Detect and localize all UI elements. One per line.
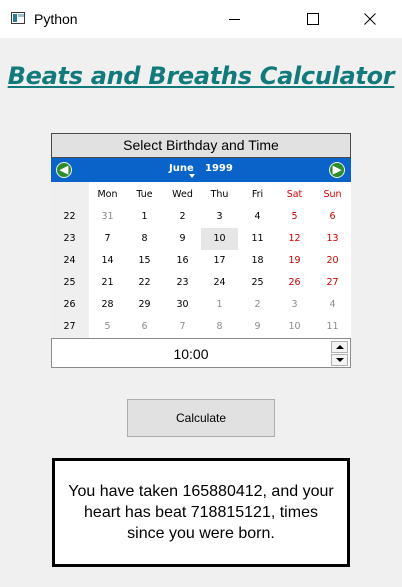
calendar-day[interactable]: 24 — [201, 272, 238, 294]
calendar-day[interactable]: 2 — [164, 206, 201, 228]
spin-up-icon — [336, 345, 344, 349]
calendar-day[interactable]: 25 — [239, 272, 276, 294]
result-panel: You have taken 165880412, and your heart… — [52, 458, 350, 567]
calendar-day[interactable]: 9 — [164, 228, 201, 250]
month-selector[interactable]: June — [169, 163, 194, 174]
weekday-header: Mon — [97, 189, 118, 200]
calendar-day[interactable]: 6 — [126, 316, 163, 338]
calendar-day[interactable]: 30 — [164, 294, 201, 316]
calendar-day[interactable]: 15 — [126, 250, 163, 272]
week-number: 23 — [63, 233, 76, 244]
weekday-header: Sat — [286, 189, 303, 200]
spin-down-icon — [336, 358, 344, 362]
minimize-icon — [228, 18, 240, 20]
next-month-button[interactable]: ▶ — [329, 162, 345, 178]
calendar-day[interactable]: 26 — [276, 272, 313, 294]
week-number: 25 — [63, 277, 76, 288]
week-number: 27 — [63, 321, 76, 332]
calendar-day[interactable]: 17 — [201, 250, 238, 272]
calendar-day[interactable]: 2 — [239, 294, 276, 316]
weekday-header: Sun — [323, 189, 342, 200]
week-number: 22 — [63, 211, 76, 222]
calendar-day[interactable]: 1 — [201, 294, 238, 316]
calendar-day-selected[interactable]: 10 — [201, 228, 238, 250]
calendar-day[interactable]: 4 — [239, 206, 276, 228]
minimize-button[interactable] — [210, 0, 258, 38]
calendar-day[interactable]: 11 — [239, 228, 276, 250]
weekday-header: Thu — [210, 189, 229, 200]
week-number: 24 — [63, 255, 76, 266]
time-value[interactable]: 10:00 — [52, 346, 330, 362]
calendar-day[interactable]: 7 — [164, 316, 201, 338]
calendar-day[interactable]: 6 — [314, 206, 351, 228]
calendar-day[interactable]: 13 — [314, 228, 351, 250]
calendar-day[interactable]: 29 — [126, 294, 163, 316]
close-button[interactable] — [346, 0, 394, 38]
calendar-day[interactable]: 5 — [276, 206, 313, 228]
time-increment-button[interactable] — [331, 341, 348, 353]
close-icon — [364, 13, 376, 25]
year-selector[interactable]: 1999 — [205, 163, 233, 174]
calendar-header-label: Select Birthday and Time — [51, 133, 351, 158]
calendar-day[interactable]: 16 — [164, 250, 201, 272]
window-title: Python — [34, 11, 78, 27]
calendar-day[interactable]: 22 — [126, 272, 163, 294]
calendar-day[interactable]: 14 — [89, 250, 126, 272]
arrow-right-icon: ▶ — [332, 164, 342, 176]
calendar-day[interactable]: 28 — [89, 294, 126, 316]
calculate-button[interactable]: Calculate — [127, 399, 275, 437]
weekday-header: Wed — [172, 189, 193, 200]
week-number: 26 — [63, 299, 76, 310]
calendar-day[interactable]: 7 — [89, 228, 126, 250]
calendar-day[interactable]: 11 — [314, 316, 351, 338]
weekday-header: Fri — [251, 189, 264, 200]
calendar-day[interactable]: 18 — [239, 250, 276, 272]
calendar-day[interactable]: 1 — [126, 206, 163, 228]
page-heading: Beats and Breaths Calculator — [7, 62, 395, 90]
calendar-day[interactable]: 12 — [276, 228, 313, 250]
time-decrement-button[interactable] — [331, 354, 348, 366]
calendar-day[interactable]: 5 — [89, 316, 126, 338]
python-app-icon — [11, 12, 25, 24]
month-dropdown-caret-icon[interactable] — [189, 174, 195, 178]
calendar-day[interactable]: 19 — [276, 250, 313, 272]
maximize-button[interactable] — [289, 0, 337, 38]
result-text: You have taken 165880412, and your heart… — [68, 483, 334, 542]
time-edit[interactable]: 10:00 — [51, 338, 351, 368]
calendar-day[interactable]: 23 — [164, 272, 201, 294]
calendar-grid: Mon Tue Wed Thu Fri Sat Sun 22 23 24 25 26 27 31 1 2 3 4 5… — [51, 182, 351, 338]
previous-month-button[interactable]: ◀ — [56, 162, 72, 178]
calendar-day[interactable]: 31 — [89, 206, 126, 228]
window-titlebar[interactable]: Python — [0, 0, 402, 38]
calendar-day[interactable]: 21 — [89, 272, 126, 294]
weekday-header: Tue — [136, 189, 153, 200]
calendar-day[interactable]: 8 — [126, 228, 163, 250]
calendar-day[interactable]: 10 — [276, 316, 313, 338]
calendar-day[interactable]: 9 — [239, 316, 276, 338]
calendar-navigation-bar: ◀ June 1999 ▶ — [51, 158, 351, 182]
maximize-icon — [307, 13, 319, 25]
calendar-day[interactable]: 8 — [201, 316, 238, 338]
calendar-day[interactable]: 4 — [314, 294, 351, 316]
calendar-day[interactable]: 3 — [276, 294, 313, 316]
arrow-left-icon: ◀ — [59, 164, 69, 176]
calendar-day[interactable]: 3 — [201, 206, 238, 228]
calendar-day[interactable]: 20 — [314, 250, 351, 272]
calendar-day[interactable]: 27 — [314, 272, 351, 294]
